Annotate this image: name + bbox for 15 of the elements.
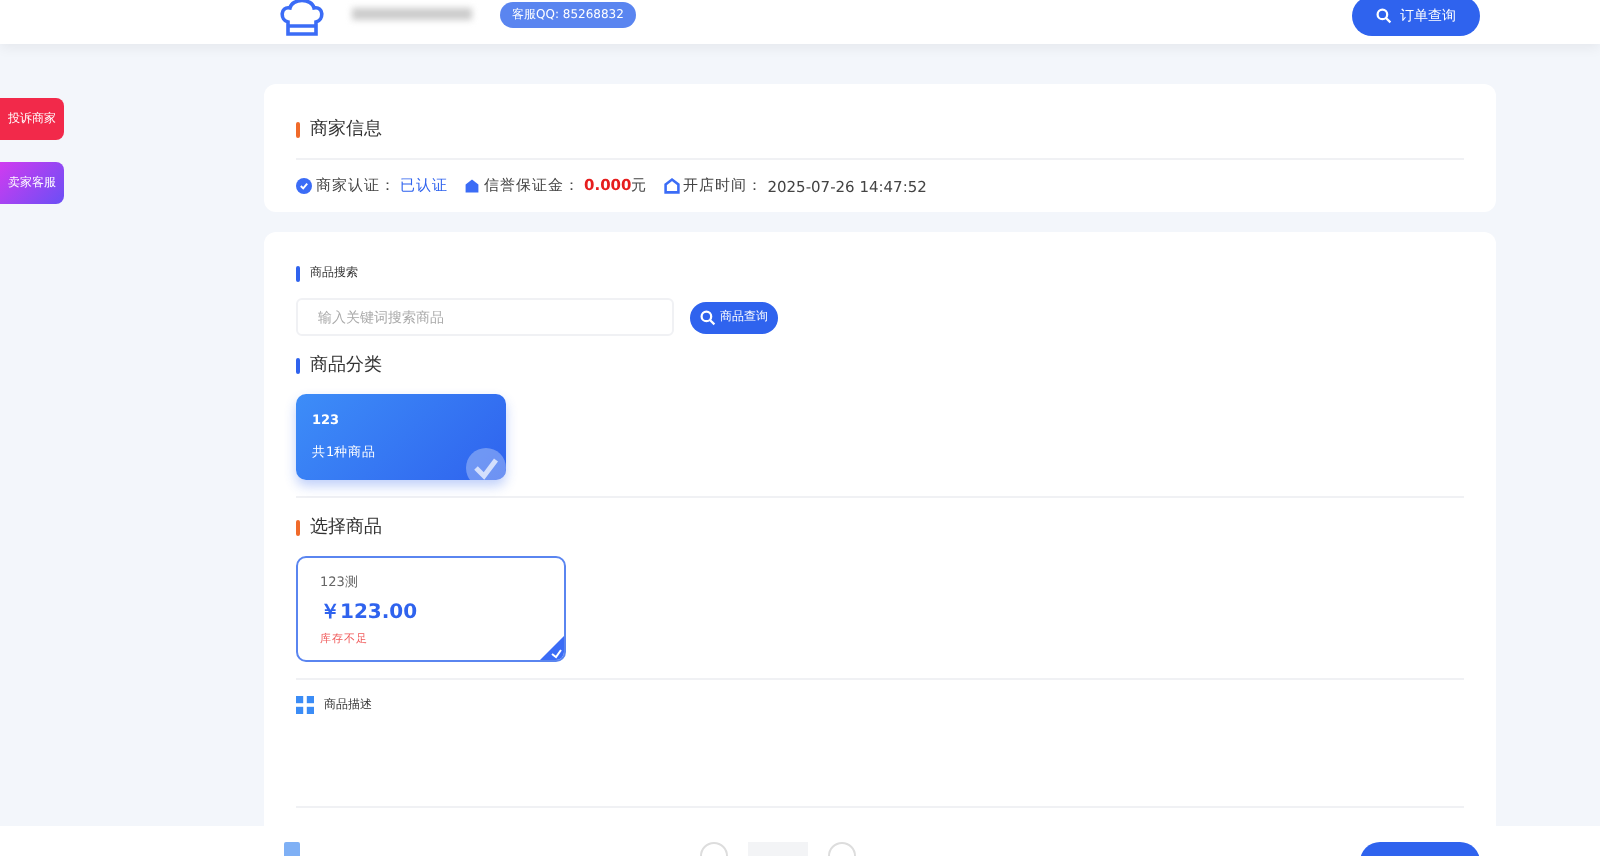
house-icon <box>663 178 680 194</box>
search-icon <box>700 309 716 325</box>
shop-icon <box>464 178 480 194</box>
chef-hat-icon <box>280 0 324 38</box>
check-corner-icon <box>540 636 564 660</box>
section-title: 选择商品 <box>310 515 382 540</box>
section-title: 商品分类 <box>310 353 382 378</box>
search-icon <box>1376 8 1392 24</box>
grid-icon <box>296 696 314 714</box>
section-title: 商家信息 <box>310 117 382 142</box>
product-price: ￥123.00 <box>320 600 420 626</box>
product-icon <box>284 842 300 856</box>
verified-icon <box>296 178 312 194</box>
blurred-site-name <box>352 8 472 20</box>
check-icon <box>466 448 506 480</box>
